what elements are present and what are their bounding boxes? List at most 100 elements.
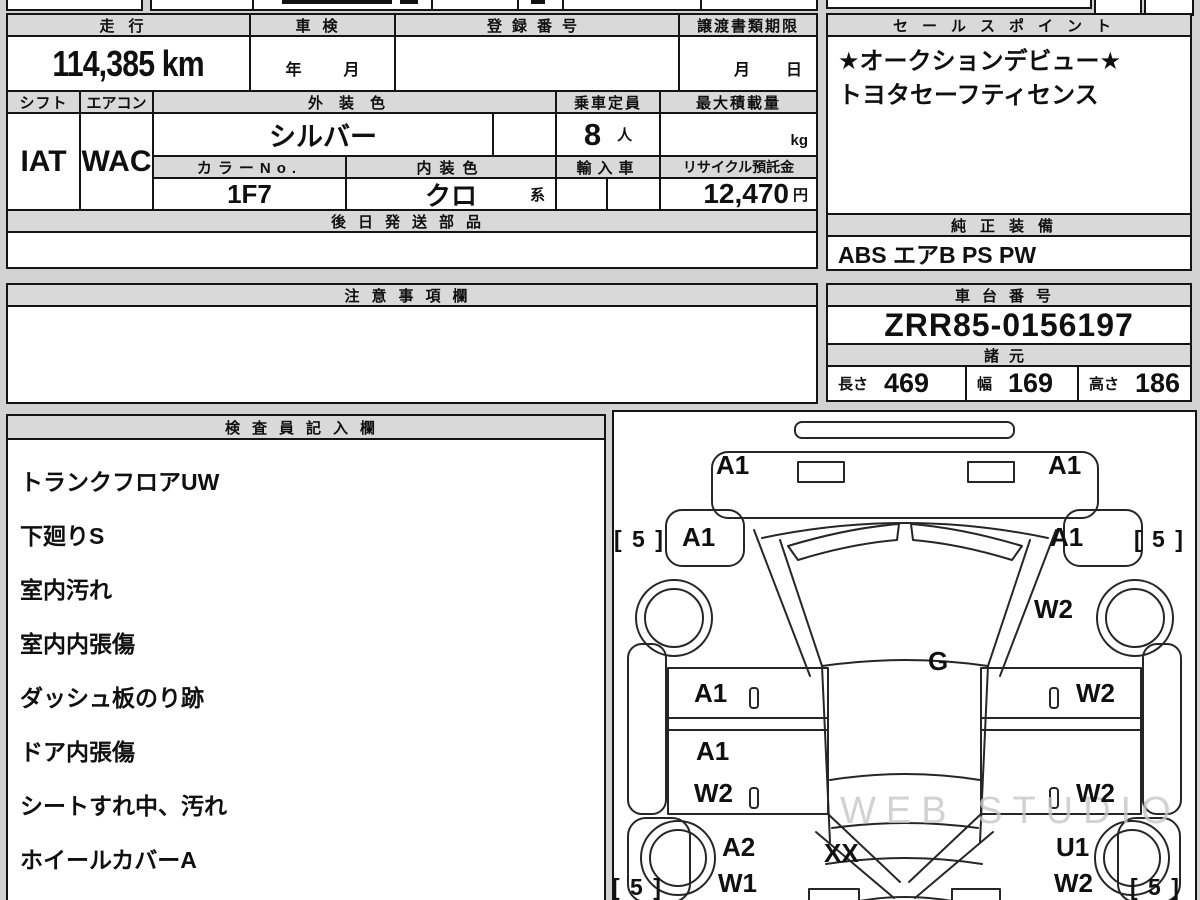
capacity-header: 乗車定員	[555, 90, 661, 114]
damage-label-front-door-right: W2	[1076, 678, 1115, 708]
import-value-a	[555, 177, 608, 211]
damage-label-front-fender-right: A1	[1050, 522, 1084, 552]
rating-rear-right: [ 5 ]	[1130, 874, 1181, 900]
later-parts-body	[6, 231, 818, 269]
damage-label-rear-fender-left: A2	[722, 832, 756, 862]
interior-color-suffix: 系	[529, 187, 545, 204]
later-parts-header: 後日発送部品	[6, 209, 818, 233]
spec-height-value: 186	[1135, 368, 1181, 398]
cutoff-cell	[517, 0, 564, 11]
mileage-text: 114,385 km	[52, 42, 205, 84]
max-load-header: 最大積載量	[659, 90, 818, 114]
cutoff-cell	[252, 0, 433, 11]
damage-label-front-fender-left: A1	[682, 522, 716, 552]
damage-label-rear-gate: XX	[824, 838, 859, 868]
caution-header: 注意事項欄	[6, 283, 818, 307]
equipment-header: 純正装備	[826, 213, 1192, 237]
inspector-note: ドア内張傷	[20, 739, 135, 765]
shaken-year-label: 年	[285, 62, 302, 79]
shift-header: シフト	[6, 90, 81, 114]
damage-label-front-door-left: A1	[694, 678, 728, 708]
max-load-unit: kg	[790, 132, 808, 149]
spec-length-label: 長さ	[838, 376, 869, 393]
damage-label-rear-fender-right: U1	[1056, 832, 1090, 862]
transfer-deadline-header: 譲渡書類期限	[678, 13, 818, 37]
damage-diagram: WEB STUDIO	[612, 410, 1197, 900]
damage-label-rear-corner-left: W1	[718, 868, 757, 898]
cutoff-text-fragment	[400, 0, 418, 4]
spec-width-value: 169	[1008, 368, 1054, 398]
cutoff-cell	[826, 0, 1092, 9]
chassis-value: ZRR85-0156197	[826, 305, 1192, 345]
sales-point-line: トヨタセーフティセンス	[838, 82, 1099, 109]
interior-color-value: クロ 系	[345, 177, 557, 211]
shift-value: IAT	[6, 112, 81, 211]
equipment-value: ABS エアB PS PW	[838, 242, 1037, 268]
import-header: 輸入車	[555, 155, 661, 179]
recycle-deposit-header: リサイクル預託金	[659, 155, 818, 179]
spec-length-cell: 長さ 469	[826, 365, 967, 402]
exterior-color-header: 外装色	[152, 90, 557, 114]
exterior-color-value: シルバー	[152, 112, 494, 157]
capacity-value: 8 人	[555, 112, 661, 157]
interior-color-text: クロ	[424, 180, 477, 211]
import-value-b	[606, 177, 661, 211]
registration-header: 登録番号	[394, 13, 680, 37]
spec-height-cell: 高さ 186	[1077, 365, 1192, 402]
registration-value	[394, 35, 680, 92]
inspector-note: ホイールカバーA	[20, 847, 197, 873]
recycle-unit: 円	[792, 186, 808, 204]
inspector-body: トランクフロアUW 下廻りS 室内汚れ 室内内張傷 ダッシュ板のり跡 ドア内張傷…	[6, 438, 606, 900]
chassis-header: 車台番号	[826, 283, 1192, 307]
aircon-value: WAC	[79, 112, 154, 211]
damage-label-slide-door-left-upper: A1	[696, 736, 730, 766]
car-top-view-drawing	[627, 421, 1182, 900]
sales-point-line: ★オークションデビュー★	[838, 48, 1122, 75]
exterior-color-subcell	[492, 112, 557, 157]
recycle-amount: 12,470	[703, 178, 789, 209]
rating-front-left: [ 5 ]	[614, 526, 665, 552]
capacity-number: 8	[583, 116, 602, 152]
equipment-body: ABS エアB PS PW	[826, 235, 1192, 271]
inspector-note: 室内内張傷	[20, 631, 135, 657]
shaken-month-label: 月	[343, 62, 360, 79]
inspector-note: 室内汚れ	[20, 577, 112, 603]
caution-body	[6, 305, 818, 404]
damage-label-front-bumper-left: A1	[716, 450, 750, 480]
mileage-header: 走行	[6, 13, 251, 37]
recycle-deposit-value: 12,470 円	[659, 177, 818, 211]
damage-label-windshield: G	[928, 646, 949, 676]
transfer-month-label: 月	[733, 62, 750, 79]
capacity-unit: 人	[617, 127, 633, 144]
auction-sheet: 走行 車検 登録番号 譲渡書類期限 114,385 km 年 月 月 日 シフト…	[0, 0, 1200, 900]
rating-rear-left: [ 5 ]	[612, 874, 663, 900]
sales-point-header: セールスポイント	[826, 13, 1192, 37]
inspector-note: シートすれ中、汚れ	[20, 793, 227, 819]
color-no-header: カラーNo.	[152, 155, 347, 179]
spec-width-label: 幅	[977, 376, 993, 393]
inspector-note: ダッシュ板のり跡	[20, 685, 204, 711]
shaken-header: 車検	[249, 13, 396, 37]
damage-label-rear-corner-right: W2	[1054, 868, 1093, 898]
damage-label-slide-door-right-lower: W2	[1076, 778, 1115, 808]
cutoff-cell	[6, 0, 143, 11]
transfer-day-label: 日	[785, 62, 802, 79]
cutoff-cell	[700, 0, 818, 11]
cutoff-cell	[431, 0, 519, 11]
inspector-note: 下廻りS	[20, 523, 105, 549]
sales-point-body: ★オークションデビュー★ トヨタセーフティセンス	[826, 35, 1192, 215]
cutoff-text-fragment	[282, 0, 392, 4]
spec-height-label: 高さ	[1089, 376, 1120, 393]
transfer-deadline-value: 月 日	[678, 35, 818, 92]
damage-label-cowl-right: W2	[1034, 594, 1073, 624]
specs-header: 諸元	[826, 343, 1192, 367]
shaken-value: 年 月	[249, 35, 396, 92]
cutoff-text-fragment	[531, 0, 545, 4]
spec-width-cell: 幅 169	[965, 365, 1079, 402]
inspector-note: トランクフロアUW	[20, 469, 220, 495]
max-load-value: kg	[659, 112, 818, 157]
damage-label-front-bumper-right: A1	[1048, 450, 1082, 480]
aircon-header: エアコン	[79, 90, 154, 114]
damage-label-slide-door-left-lower: W2	[694, 778, 733, 808]
inspector-header: 検査員記入欄	[6, 414, 606, 440]
